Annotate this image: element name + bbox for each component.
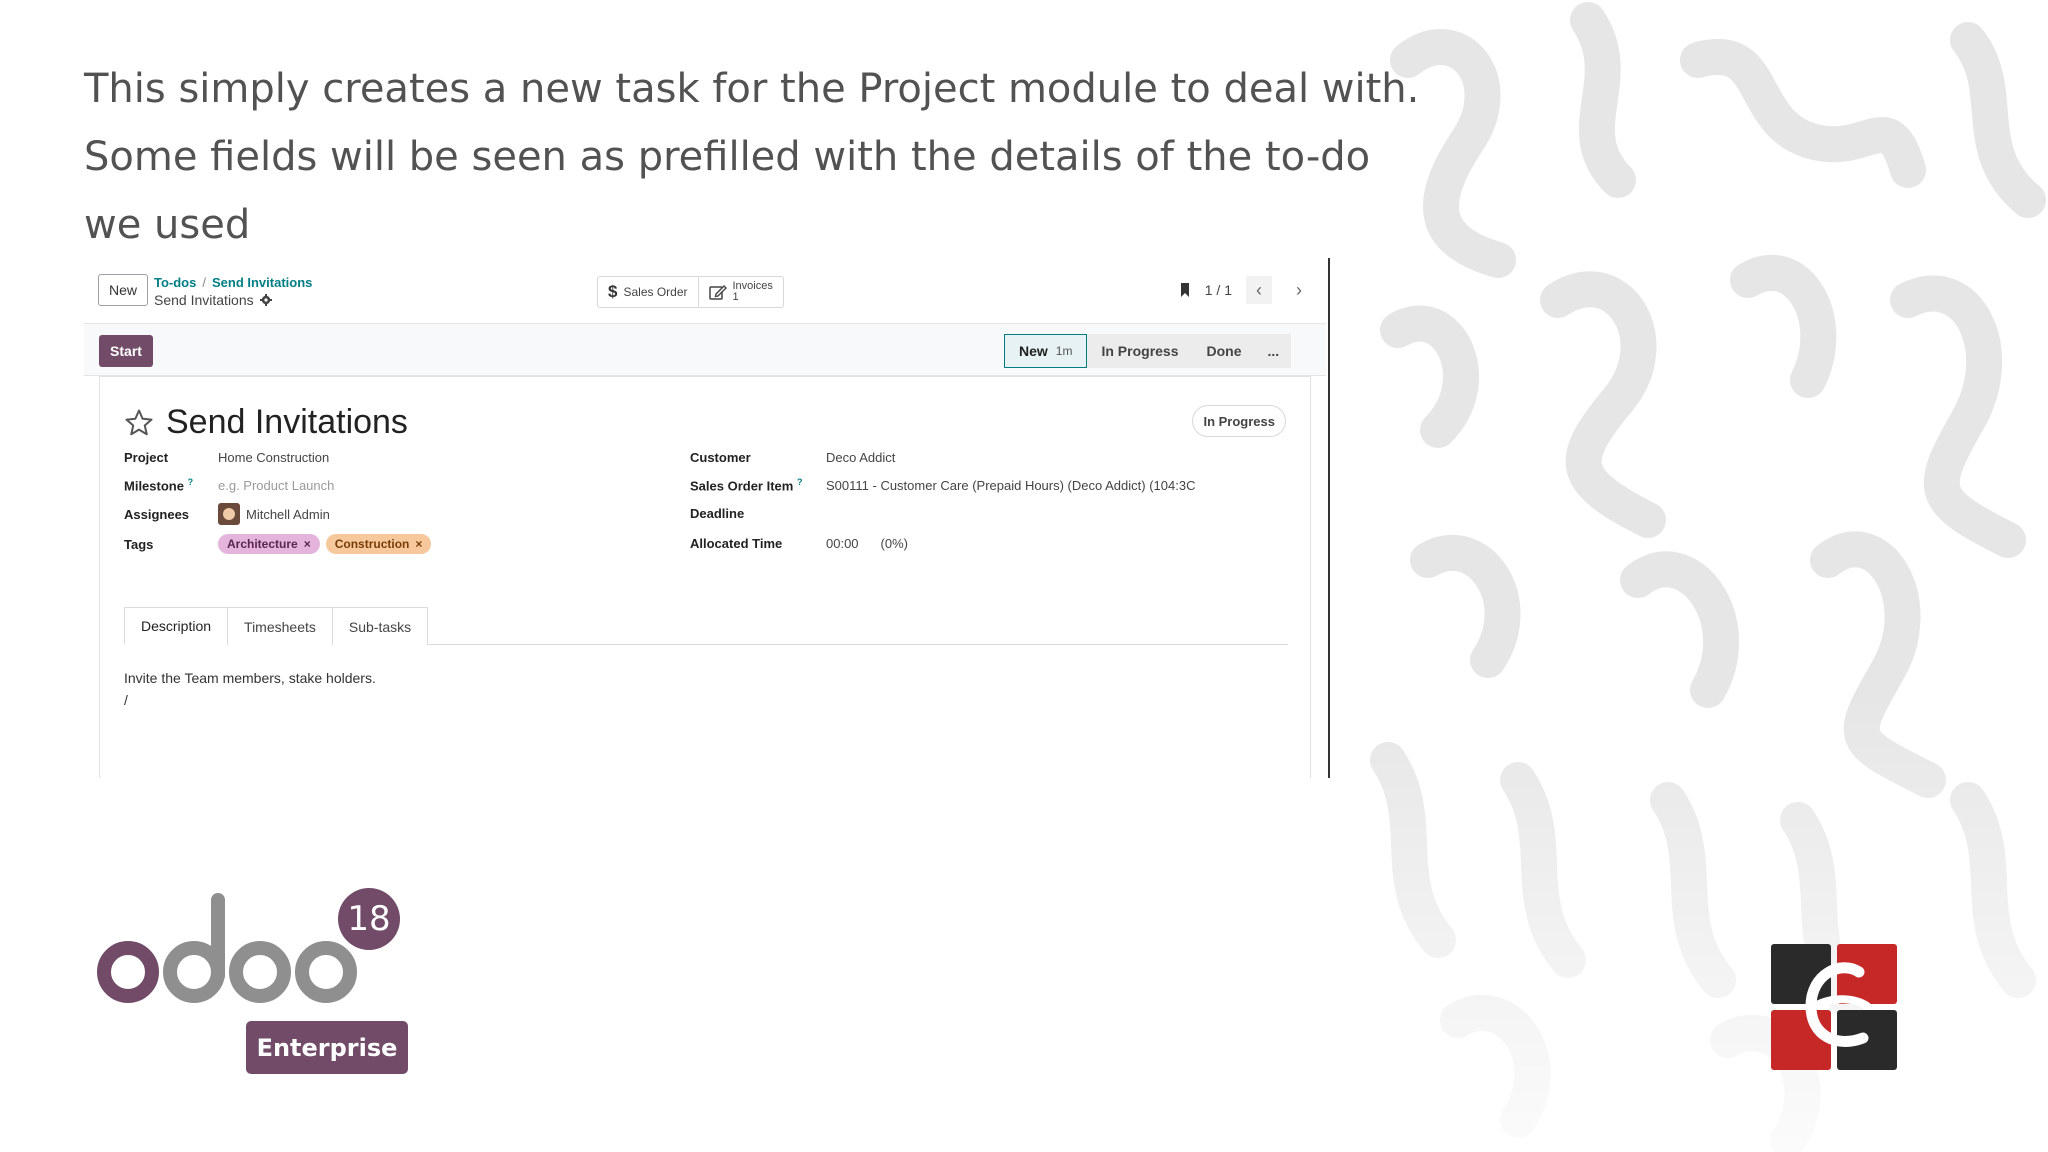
caption-line-1: This simply creates a new task for the P… — [84, 66, 1420, 112]
sales-order-item-label: Sales Order Item ? — [690, 476, 803, 494]
stage-duration: 1m — [1055, 344, 1073, 358]
edit-icon — [708, 285, 727, 300]
form-sheet: Send Invitations In Progress Project Hom… — [99, 376, 1311, 778]
stage-new[interactable]: New 1m — [1004, 334, 1088, 368]
caption-line-3: we used — [84, 202, 251, 248]
project-label: Project — [124, 449, 169, 465]
odoo-task-form-screenshot: New To-dos / Send Invitations Send Invitat… — [84, 258, 1330, 778]
control-panel: New To-dos / Send Invitations Send Invitat… — [84, 258, 1326, 324]
milestone-field: Milestone ? e.g. Product Launch — [124, 475, 554, 495]
stage-in-progress[interactable]: In Progress — [1087, 334, 1193, 368]
title-row: Send Invitations — [124, 403, 408, 442]
milestone-label: Milestone ? — [124, 476, 194, 494]
project-field: Project Home Construction — [124, 447, 554, 467]
sales-order-smart-button[interactable]: $ Sales Order — [598, 277, 698, 307]
stage-selector: New 1m In Progress Done ... — [1004, 334, 1292, 368]
description-line-2: / — [124, 692, 128, 708]
help-icon: ? — [796, 476, 803, 487]
sales-order-label: Sales Order — [623, 285, 688, 299]
decorative-pattern — [1368, 0, 2048, 1152]
brand-logo — [1771, 944, 1897, 1070]
smart-buttons: $ Sales Order Invoices 1 — [597, 276, 784, 308]
pager-value[interactable]: 1 / 1 — [1205, 282, 1232, 298]
gear-icon[interactable] — [259, 294, 272, 306]
allocated-percent: (0%) — [880, 535, 908, 551]
customer-value[interactable]: Deco Addict — [826, 450, 895, 465]
dollar-icon: $ — [608, 282, 618, 301]
allocated-time-value[interactable]: 00:00 (0%) — [826, 536, 908, 551]
close-icon[interactable]: × — [415, 537, 422, 551]
assignees-field: Assignees Mitchell Admin — [124, 503, 554, 525]
tab-sub-tasks[interactable]: Sub-tasks — [331, 607, 429, 645]
avatar — [218, 503, 240, 525]
enterprise-badge: Enterprise — [246, 1021, 408, 1074]
help-icon: ? — [187, 476, 194, 487]
tags-label: Tags — [124, 536, 154, 552]
deadline-input[interactable] — [826, 504, 1126, 522]
bookmark-icon[interactable] — [1179, 282, 1191, 298]
project-value[interactable]: Home Construction — [218, 450, 329, 465]
star-icon[interactable] — [124, 408, 154, 438]
state-badge[interactable]: In Progress — [1192, 405, 1286, 437]
pager: 1 / 1 ‹ › — [1179, 276, 1312, 304]
stage-new-label: New — [1019, 343, 1048, 359]
close-icon[interactable]: × — [304, 537, 311, 551]
stage-done[interactable]: Done — [1192, 334, 1256, 368]
chevron-right-icon[interactable]: › — [1286, 276, 1312, 304]
breadcrumb-link-send-invitations[interactable]: Send Invitations — [212, 275, 312, 290]
assignee-chip[interactable]: Mitchell Admin — [218, 503, 330, 525]
notebook-tabs: Description Timesheets Sub-tasks — [124, 607, 1288, 645]
record-name: Send Invitations — [154, 292, 254, 308]
sales-order-item-field: Sales Order Item ? S00111 - Customer Car… — [690, 475, 1290, 495]
description-editor[interactable]: Invite the Team members, stake holders. … — [124, 667, 376, 711]
version-badge: 18 — [338, 888, 400, 950]
statusbar: Start New 1m In Progress Done ... — [84, 324, 1326, 376]
new-button[interactable]: New — [98, 274, 148, 306]
slide-caption: This simply creates a new task for the P… — [84, 55, 1420, 259]
deadline-field: Deadline — [690, 503, 1290, 523]
stage-more-button[interactable]: ... — [1255, 334, 1292, 368]
breadcrumb-separator: / — [202, 275, 206, 290]
assignees-label: Assignees — [124, 506, 190, 522]
allocated-hours: 00:00 — [826, 535, 859, 551]
tab-timesheets[interactable]: Timesheets — [227, 607, 333, 645]
start-button[interactable]: Start — [99, 335, 153, 367]
tag-architecture[interactable]: Architecture × — [218, 534, 320, 554]
breadcrumb: To-dos / Send Invitations Send Invitations — [154, 275, 312, 308]
invoices-count: 1 — [732, 291, 739, 303]
deadline-label: Deadline — [690, 505, 745, 521]
invoices-smart-button[interactable]: Invoices 1 — [697, 277, 783, 307]
description-line-1: Invite the Team members, stake holders. — [124, 670, 376, 686]
assignee-name: Mitchell Admin — [246, 506, 330, 522]
customer-label: Customer — [690, 449, 751, 465]
customer-field: Customer Deco Addict — [690, 447, 1290, 467]
tags-field: Tags Architecture × Construction × — [124, 533, 554, 555]
tags-list: Architecture × Construction × — [218, 534, 432, 554]
chevron-left-icon[interactable]: ‹ — [1246, 276, 1272, 304]
task-title[interactable]: Send Invitations — [166, 403, 408, 442]
tab-description[interactable]: Description — [124, 607, 229, 645]
sales-order-item-value[interactable]: S00111 - Customer Care (Prepaid Hours) (… — [826, 478, 1195, 493]
allocated-time-field: Allocated Time 00:00 (0%) — [690, 533, 1290, 553]
tag-construction[interactable]: Construction × — [325, 534, 432, 554]
allocated-time-label: Allocated Time — [690, 535, 783, 551]
breadcrumb-link-todos[interactable]: To-dos — [154, 275, 196, 290]
caption-line-2: Some fields will be seen as prefilled wi… — [84, 134, 1371, 180]
milestone-input[interactable]: e.g. Product Launch — [218, 478, 334, 493]
